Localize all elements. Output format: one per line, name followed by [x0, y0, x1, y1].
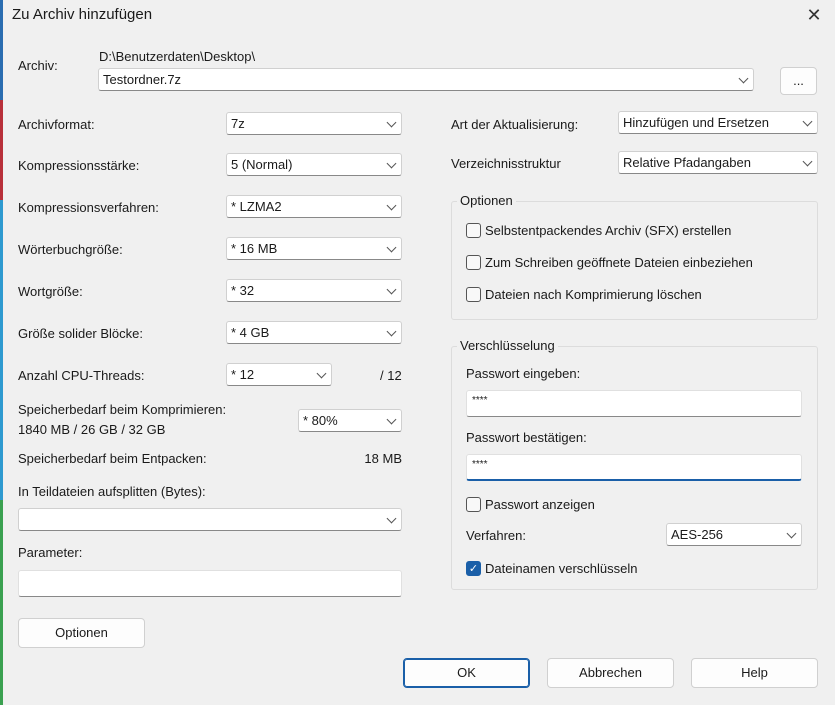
solid-label: Größe solider Blöcke: — [18, 326, 143, 341]
split-combo[interactable] — [18, 508, 402, 531]
mem-comp-label: Speicherbedarf beim Komprimieren: — [18, 402, 227, 417]
options-button[interactable]: Optionen — [18, 618, 145, 648]
archive-path: D:\Benutzerdaten\Desktop\ — [99, 49, 256, 64]
password-confirm-label: Passwort bestätigen: — [466, 430, 587, 445]
options-group-title: Optionen — [457, 193, 516, 208]
dict-label: Wörterbuchgröße: — [18, 242, 123, 257]
password-confirm-input[interactable]: **** — [466, 454, 802, 481]
encrypt-names-checkbox[interactable]: ✓ Dateinamen verschlüsseln — [466, 561, 637, 576]
update-select[interactable]: Hinzufügen und Ersetzen — [618, 111, 818, 134]
format-label: Archivformat: — [18, 117, 95, 132]
params-label: Parameter: — [18, 545, 83, 560]
encrypt-names-label: Dateinamen verschlüsseln — [485, 561, 638, 576]
password-input[interactable]: **** — [466, 390, 802, 417]
level-value: 5 (Normal) — [231, 157, 293, 172]
chevron-down-icon — [388, 410, 395, 431]
checkmark-icon: ✓ — [466, 561, 481, 576]
chevron-down-icon — [788, 524, 795, 545]
chevron-down-icon — [388, 113, 395, 134]
browse-button[interactable]: ... — [780, 67, 817, 95]
chevron-down-icon — [318, 364, 325, 385]
word-value: * 32 — [231, 283, 255, 298]
format-value: 7z — [231, 116, 245, 131]
chevron-down-icon — [388, 238, 395, 259]
threads-select[interactable]: * 12 — [226, 363, 332, 386]
chevron-down-icon — [388, 322, 395, 343]
enc-method-label: Verfahren: — [466, 528, 526, 543]
mem-decomp-value: 18 MB — [364, 451, 402, 466]
level-label: Kompressionsstärke: — [18, 158, 140, 173]
enc-method-select[interactable]: AES-256 — [666, 523, 802, 546]
encryption-group-title: Verschlüsselung — [457, 338, 558, 353]
archive-filename-combo[interactable]: Testordner.7z — [98, 68, 754, 91]
ok-button[interactable]: OK — [403, 658, 530, 688]
delete-after-label: Dateien nach Komprimierung löschen — [485, 287, 702, 302]
solid-value: * 4 GB — [231, 325, 270, 340]
enc-method-value: AES-256 — [671, 527, 724, 542]
help-button[interactable]: Help — [691, 658, 818, 688]
mem-decomp-label: Speicherbedarf beim Entpacken: — [18, 451, 207, 466]
checkbox-icon — [466, 497, 481, 512]
show-password-label: Passwort anzeigen — [485, 497, 595, 512]
open-files-label: Zum Schreiben geöffnete Dateien einbezie… — [485, 255, 753, 270]
chevron-down-icon — [740, 69, 747, 90]
mem-comp-select[interactable]: * 80% — [298, 409, 402, 432]
checkbox-icon — [466, 255, 481, 270]
show-password-checkbox[interactable]: Passwort anzeigen — [466, 497, 595, 512]
password-label: Passwort eingeben: — [466, 366, 581, 381]
params-input[interactable] — [18, 570, 402, 597]
close-icon[interactable]: ✕ — [800, 3, 828, 27]
chevron-down-icon — [388, 509, 395, 530]
split-label: In Teildateien aufsplitten (Bytes): — [18, 484, 206, 499]
solid-select[interactable]: * 4 GB — [226, 321, 402, 344]
format-select[interactable]: 7z — [226, 112, 402, 135]
update-value: Hinzufügen und Ersetzen — [623, 115, 769, 130]
chevron-down-icon — [804, 112, 811, 133]
checkbox-icon — [466, 223, 481, 238]
dict-value: * 16 MB — [231, 241, 278, 256]
paths-value: Relative Pfadangaben — [623, 155, 751, 170]
mem-comp-detail: 1840 MB / 26 GB / 32 GB — [18, 422, 166, 437]
paths-label: Verzeichnisstruktur — [451, 156, 561, 171]
dialog-title: Zu Archiv hinzufügen — [12, 6, 153, 23]
paths-select[interactable]: Relative Pfadangaben — [618, 151, 818, 174]
threads-max: / 12 — [380, 368, 402, 383]
chevron-down-icon — [388, 196, 395, 217]
background-strip — [0, 200, 3, 500]
chevron-down-icon — [388, 280, 395, 301]
method-label: Kompressionsverfahren: — [18, 200, 159, 215]
threads-label: Anzahl CPU-Threads: — [18, 368, 145, 383]
archive-filename: Testordner.7z — [103, 72, 182, 87]
background-strip — [0, 0, 3, 100]
word-label: Wortgröße: — [18, 284, 83, 299]
chevron-down-icon — [804, 152, 811, 173]
cancel-button[interactable]: Abbrechen — [547, 658, 674, 688]
background-strip — [0, 500, 3, 705]
word-select[interactable]: * 32 — [226, 279, 402, 302]
update-label: Art der Aktualisierung: — [451, 117, 579, 132]
level-select[interactable]: 5 (Normal) — [226, 153, 402, 176]
chevron-down-icon — [388, 154, 395, 175]
method-value: * LZMA2 — [231, 199, 282, 214]
delete-after-checkbox[interactable]: Dateien nach Komprimierung löschen — [466, 287, 702, 302]
sfx-checkbox[interactable]: Selbstentpackendes Archiv (SFX) erstelle… — [466, 223, 731, 238]
method-select[interactable]: * LZMA2 — [226, 195, 402, 218]
archive-label: Archiv: — [18, 58, 58, 73]
mem-comp-value: * 80% — [303, 413, 338, 428]
dict-select[interactable]: * 16 MB — [226, 237, 402, 260]
sfx-label: Selbstentpackendes Archiv (SFX) erstelle… — [485, 223, 732, 238]
checkbox-icon — [466, 287, 481, 302]
background-strip — [0, 100, 3, 200]
open-files-checkbox[interactable]: Zum Schreiben geöffnete Dateien einbezie… — [466, 255, 753, 270]
threads-value: * 12 — [231, 367, 255, 382]
